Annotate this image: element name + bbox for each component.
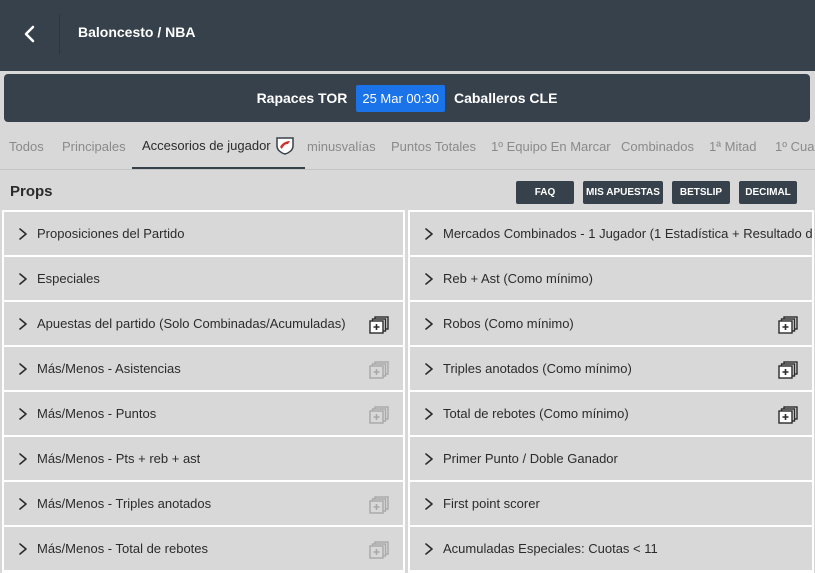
market-row[interactable]: Apuestas del partido (Solo Combinadas/Ac… xyxy=(4,302,403,345)
market-label: Más/Menos - Pts + reb + ast xyxy=(37,451,201,466)
market-row[interactable]: Más/Menos - Total de rebotes xyxy=(4,527,403,570)
faq-button[interactable]: FAQ xyxy=(516,181,574,204)
market-row[interactable]: Más/Menos - Puntos xyxy=(4,392,403,435)
tab-todos[interactable]: Todos xyxy=(9,123,44,169)
market-row[interactable]: Robos (Como mínimo) xyxy=(410,302,812,345)
market-label: Más/Menos - Triples anotados xyxy=(37,496,212,511)
combo-bet-icon[interactable] xyxy=(778,361,798,379)
market-row[interactable]: Más/Menos - Pts + reb + ast xyxy=(4,437,403,480)
chevron-right-icon xyxy=(425,407,433,420)
market-row[interactable]: Total de rebotes (Como mínimo) xyxy=(410,392,812,435)
back-button[interactable] xyxy=(0,14,60,54)
combo-bet-icon[interactable] xyxy=(778,316,798,334)
chevron-left-icon xyxy=(24,25,34,43)
tab-principales[interactable]: Principales xyxy=(62,123,126,169)
chevron-right-icon xyxy=(425,542,433,555)
market-row[interactable]: Mercados Combinados - 1 Jugador (1 Estad… xyxy=(410,212,812,255)
chevron-right-icon xyxy=(425,452,433,465)
market-label: Más/Menos - Asistencias xyxy=(37,361,181,376)
combo-bet-icon[interactable] xyxy=(369,361,389,379)
chevron-right-icon xyxy=(19,272,27,285)
combo-bet-icon[interactable] xyxy=(369,541,389,559)
tab-accesorios-de-jugador[interactable]: Accesorios de jugador xyxy=(132,123,305,169)
market-label: Robos (Como mínimo) xyxy=(443,316,574,331)
market-tabs: Todos Principales Accesorios de jugador … xyxy=(0,123,815,170)
chevron-right-icon xyxy=(19,407,27,420)
tab-primer-cuarto[interactable]: 1º Cuarto xyxy=(775,123,815,169)
match-bar: Rapaces TOR 25 Mar 00:30 Caballeros CLE xyxy=(4,74,810,122)
home-team: Rapaces TOR xyxy=(256,90,348,106)
market-row[interactable]: Especiales xyxy=(4,257,403,300)
market-label: Apuestas del partido (Solo Combinadas/Ac… xyxy=(37,316,346,331)
chevron-right-icon xyxy=(19,497,27,510)
market-row[interactable]: Proposiciones del Partido xyxy=(4,212,403,255)
combo-bet-icon[interactable] xyxy=(369,496,389,514)
market-label: Acumuladas Especiales: Cuotas < 11 xyxy=(443,541,658,556)
tab-label: Accesorios de jugador xyxy=(142,137,271,153)
market-label: First point scorer xyxy=(443,496,540,511)
match-date: 25 Mar 00:30 xyxy=(356,84,445,112)
market-label: Especiales xyxy=(37,271,100,286)
market-row[interactable]: Acumuladas Especiales: Cuotas < 11 xyxy=(410,527,812,570)
chevron-right-icon xyxy=(19,542,27,555)
away-team: Caballeros CLE xyxy=(453,90,558,106)
market-label: Mercados Combinados - 1 Jugador (1 Estad… xyxy=(443,226,812,241)
chevron-right-icon xyxy=(425,272,433,285)
market-label: Más/Menos - Puntos xyxy=(37,406,157,421)
tab-puntos-totales[interactable]: Puntos Totales xyxy=(391,123,476,169)
market-label: Más/Menos - Total de rebotes xyxy=(37,541,209,556)
market-row[interactable]: Triples anotados (Como mínimo) xyxy=(410,347,812,390)
market-label: Triples anotados (Como mínimo) xyxy=(443,361,632,376)
chevron-right-icon xyxy=(19,317,27,330)
player-props-badge-icon xyxy=(275,137,294,155)
chevron-right-icon xyxy=(425,317,433,330)
my-bets-button[interactable]: MIS APUESTAS xyxy=(583,181,663,204)
decimal-button[interactable]: DECIMAL xyxy=(739,181,797,204)
page-title: Baloncesto / NBA xyxy=(78,24,196,40)
chevron-right-icon xyxy=(425,227,433,240)
market-label: Total de rebotes (Como mínimo) xyxy=(443,406,629,421)
section-title: Props xyxy=(10,183,53,200)
markets-column-left: Proposiciones del Partido Especiales Apues… xyxy=(2,210,405,573)
market-row[interactable]: Reb + Ast (Como mínimo) xyxy=(410,257,812,300)
market-row[interactable]: First point scorer xyxy=(410,482,812,525)
combo-bet-icon[interactable] xyxy=(369,316,389,334)
tab-combinados[interactable]: Combinados xyxy=(621,123,694,169)
chevron-right-icon xyxy=(425,497,433,510)
combo-bet-icon[interactable] xyxy=(369,406,389,424)
market-label: Proposiciones del Partido xyxy=(37,226,185,241)
tab-primer-equipo-en-marcar[interactable]: 1º Equipo En Marcar xyxy=(491,123,611,169)
market-row[interactable]: Primer Punto / Doble Ganador xyxy=(410,437,812,480)
top-bar: Baloncesto / NBA xyxy=(0,0,815,71)
market-row[interactable]: Más/Menos - Asistencias xyxy=(4,347,403,390)
betslip-button[interactable]: BETSLIP xyxy=(672,181,730,204)
market-row[interactable]: Más/Menos - Triples anotados xyxy=(4,482,403,525)
tab-primera-mitad[interactable]: 1ª Mitad xyxy=(709,123,756,169)
chevron-right-icon xyxy=(19,362,27,375)
chevron-right-icon xyxy=(19,227,27,240)
markets-column-right: Mercados Combinados - 1 Jugador (1 Estad… xyxy=(408,210,814,573)
tab-minusvalias[interactable]: minusvalías xyxy=(307,123,376,169)
combo-bet-icon[interactable] xyxy=(778,406,798,424)
market-label: Primer Punto / Doble Ganador xyxy=(443,451,618,466)
chevron-right-icon xyxy=(425,362,433,375)
market-label: Reb + Ast (Como mínimo) xyxy=(443,271,593,286)
chevron-right-icon xyxy=(19,452,27,465)
